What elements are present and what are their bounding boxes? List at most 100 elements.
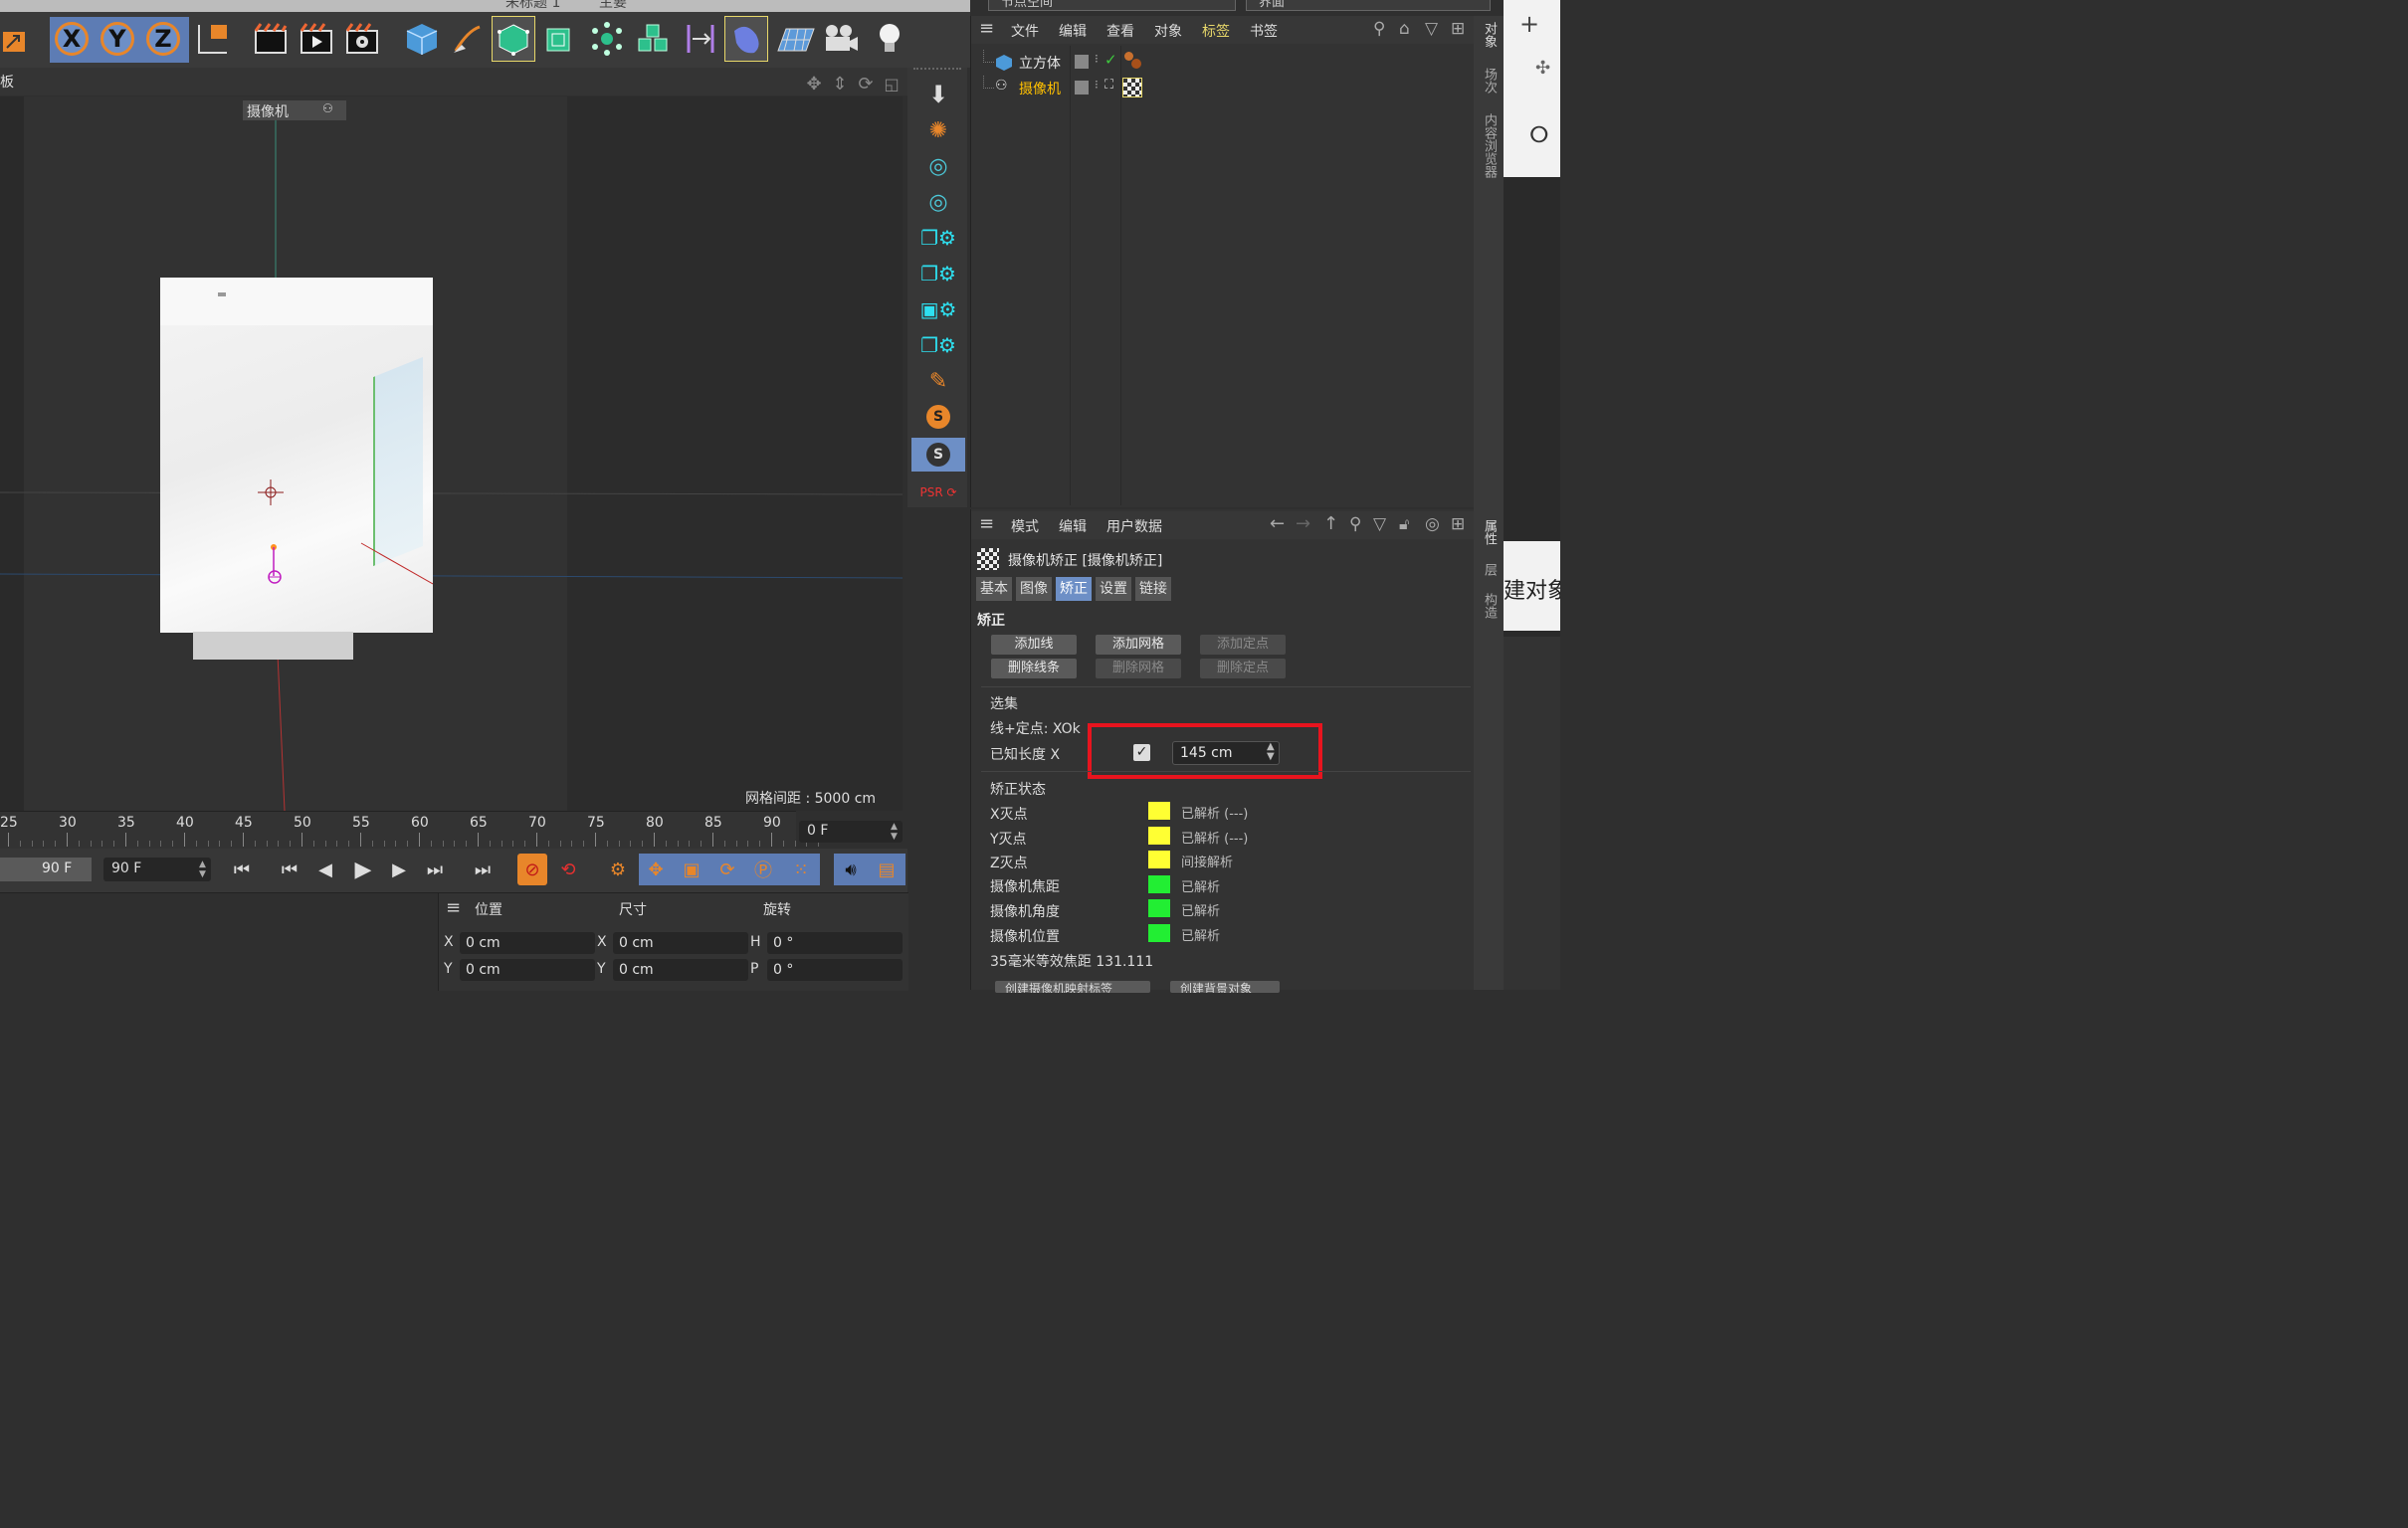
- sound-button[interactable]: 🔊︎: [836, 854, 866, 885]
- film-button[interactable]: ▤: [872, 854, 902, 885]
- search-icon[interactable]: ⚲: [1349, 514, 1361, 534]
- cloner-button[interactable]: [585, 16, 629, 62]
- puzzle-icon[interactable]: ✣: [1535, 58, 1550, 79]
- enabled-check-icon[interactable]: ✓: [1104, 51, 1117, 69]
- key-scale-button[interactable]: ▣: [677, 854, 706, 885]
- stepper-icon[interactable]: ▲ ▼: [891, 822, 898, 842]
- viewport[interactable]: 摄像机 ⚇ 网格间距 : 5000 cm: [0, 96, 903, 811]
- forward-arrow-icon[interactable]: →: [1296, 513, 1310, 534]
- boole-button[interactable]: ◎: [911, 149, 965, 183]
- back-arrow-icon[interactable]: ←: [1270, 513, 1285, 534]
- visibility-dots-icon[interactable]: ⁝: [1095, 52, 1099, 66]
- key-settings-button[interactable]: ⚙: [603, 854, 633, 885]
- vertex-mode-button[interactable]: ✺: [911, 113, 965, 147]
- pos-y-field[interactable]: 0 cm: [460, 959, 595, 981]
- prev-key-button[interactable]: ⏮: [275, 854, 304, 885]
- workplane-button[interactable]: ❐⚙: [911, 328, 965, 362]
- tab-basic[interactable]: 基本: [976, 577, 1012, 601]
- key-pla-button[interactable]: ⁙: [786, 854, 816, 885]
- add-grid-button[interactable]: 添加网格: [1096, 635, 1181, 655]
- layer-checkbox[interactable]: [1075, 81, 1089, 95]
- z-axis-lock-button[interactable]: Z: [141, 16, 185, 62]
- add-point-button[interactable]: 添加定点: [1200, 635, 1286, 655]
- menu-file[interactable]: 文件: [1011, 21, 1039, 41]
- size-x-field[interactable]: 0 cm: [613, 932, 748, 954]
- current-frame-field[interactable]: 0 F ▲ ▼: [799, 821, 903, 843]
- side-tab-layers[interactable]: 层: [1481, 563, 1499, 576]
- tab-calibrate[interactable]: 矫正: [1056, 577, 1092, 601]
- pen-spline-button[interactable]: [446, 16, 490, 62]
- start-frame-field[interactable]: 90 F: [0, 858, 92, 881]
- play-button[interactable]: ▶: [348, 854, 378, 885]
- hamburger-icon[interactable]: ≡: [446, 897, 461, 918]
- next-frame-button[interactable]: ▶: [384, 854, 414, 885]
- menu-user-data[interactable]: 用户数据: [1106, 516, 1162, 536]
- psr-button[interactable]: PSR ⟳: [911, 476, 965, 509]
- top-dropdown-node-space[interactable]: 节点空间: [988, 0, 1236, 11]
- prev-frame-button[interactable]: ◀: [310, 854, 340, 885]
- deformer-button[interactable]: [679, 16, 722, 62]
- new-panel-icon[interactable]: ⊞: [1451, 514, 1465, 534]
- lock-icon[interactable]: 🔓︎: [1399, 514, 1409, 534]
- coordinate-system-button[interactable]: [191, 16, 235, 62]
- known-length-field[interactable]: 145 cm ▲ ▼: [1172, 741, 1280, 765]
- key-position-button[interactable]: ✥: [641, 854, 671, 885]
- filter-icon[interactable]: ▽: [1425, 19, 1438, 39]
- create-camera-mapping-tag-button[interactable]: 创建摄像机映射标签: [995, 981, 1150, 993]
- side-tab-takes[interactable]: 场次: [1481, 68, 1499, 94]
- rot-h-field[interactable]: 0 °: [767, 932, 903, 954]
- search-icon[interactable]: ⚲: [1373, 19, 1385, 39]
- side-tab-structure[interactable]: 构造: [1481, 593, 1499, 619]
- visibility-dots-icon[interactable]: ⁝: [1095, 78, 1099, 92]
- size-y-field[interactable]: 0 cm: [613, 959, 748, 981]
- home-icon[interactable]: ⌂: [1399, 19, 1410, 39]
- rot-p-field[interactable]: 0 °: [767, 959, 903, 981]
- add-line-button[interactable]: 添加线: [991, 635, 1077, 655]
- camera-calibrator-tag-icon[interactable]: [1122, 78, 1142, 97]
- field-button[interactable]: [724, 16, 768, 62]
- floor-button[interactable]: [774, 16, 818, 62]
- render-picture-button[interactable]: [295, 16, 338, 62]
- hamburger-icon[interactable]: ≡: [979, 513, 994, 534]
- filter-icon[interactable]: ▽: [1373, 514, 1386, 534]
- key-rotation-button[interactable]: ⟳: [712, 854, 742, 885]
- stepper-icon[interactable]: ▲ ▼: [199, 860, 206, 879]
- target-icon[interactable]: ◎: [1425, 514, 1440, 534]
- zoom-view-icon[interactable]: ⇕: [828, 72, 852, 96]
- side-tab-content-browser[interactable]: 内容浏览器: [1481, 113, 1499, 178]
- make-editable-button[interactable]: ⬇: [911, 78, 965, 111]
- side-tab-attributes[interactable]: 属性: [1481, 519, 1499, 545]
- bulb-outline-icon[interactable]: ⵔ: [1529, 123, 1549, 148]
- menu-view[interactable]: 查看: [1106, 21, 1134, 41]
- plus-icon[interactable]: +: [1519, 10, 1539, 38]
- extrude-generator-button[interactable]: [537, 16, 581, 62]
- subdivision-button[interactable]: [492, 16, 535, 62]
- tab-settings[interactable]: 设置: [1096, 577, 1131, 601]
- pos-x-field[interactable]: 0 cm: [460, 932, 595, 954]
- end-frame-field[interactable]: 90 F ▲ ▼: [103, 858, 211, 881]
- menu-mode[interactable]: 模式: [1011, 516, 1039, 536]
- tab-links[interactable]: 链接: [1135, 577, 1171, 601]
- new-panel-icon[interactable]: ⊞: [1451, 19, 1465, 39]
- mograph-cloner-button[interactable]: [631, 16, 675, 62]
- snap-settings-button[interactable]: S: [911, 438, 965, 472]
- menu-edit[interactable]: 编辑: [1059, 21, 1087, 41]
- snap-button[interactable]: S: [911, 400, 965, 434]
- auto-key-button[interactable]: ⟲: [553, 854, 583, 885]
- object-row-cube[interactable]: 立方体 ⁝ ✓: [983, 50, 1471, 74]
- top-dropdown-layout[interactable]: 界面: [1246, 0, 1491, 11]
- next-key-button[interactable]: ⏭: [420, 854, 450, 885]
- y-axis-lock-button[interactable]: Y: [96, 16, 139, 62]
- target-dots-icon[interactable]: ⛶: [1104, 78, 1113, 93]
- move-view-icon[interactable]: ✥: [802, 72, 826, 96]
- up-arrow-icon[interactable]: ↑: [1323, 513, 1338, 534]
- menu-edit[interactable]: 编辑: [1059, 516, 1087, 536]
- create-background-object-button[interactable]: 创建背景对象: [1170, 981, 1280, 993]
- menu-tags[interactable]: 标签: [1202, 21, 1230, 41]
- delete-points-button[interactable]: 删除定点: [1200, 659, 1286, 678]
- material-tag-icon[interactable]: [1124, 52, 1142, 70]
- camera-object-button[interactable]: [820, 16, 864, 62]
- x-axis-lock-button[interactable]: X: [50, 16, 94, 62]
- model-mode-button[interactable]: ❐⚙: [911, 221, 965, 255]
- sculpt-button[interactable]: ✎: [911, 364, 965, 398]
